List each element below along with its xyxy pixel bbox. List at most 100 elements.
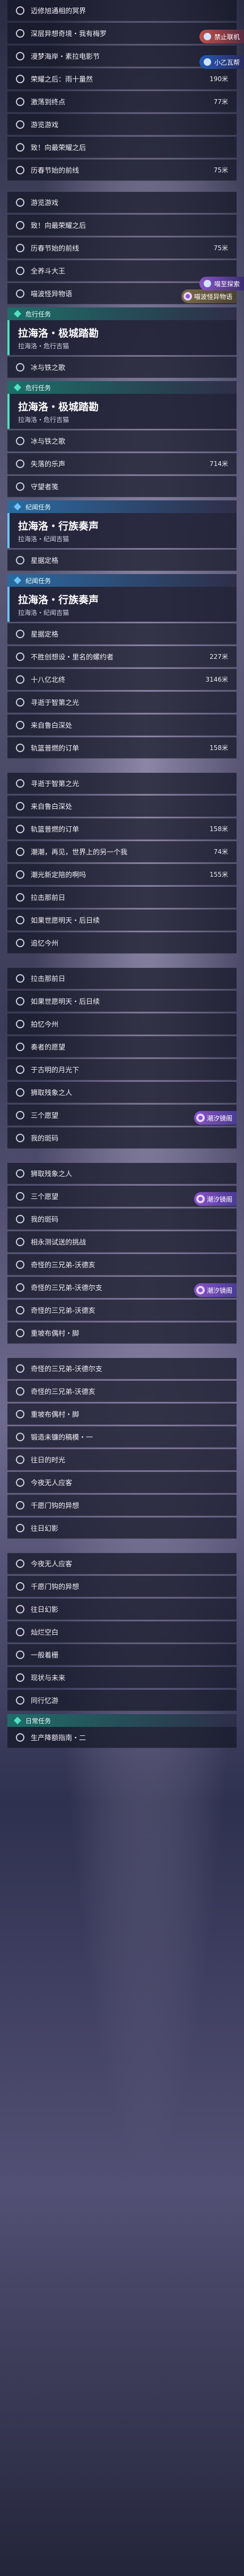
quest-row[interactable]: 于古明的月光下	[7, 1059, 237, 1080]
quest-row[interactable]: 现状与未来	[7, 1667, 237, 1688]
quest-row[interactable]: 来自鲁白深处	[7, 714, 237, 736]
quest-row[interactable]: 奇怪的三兄弟-沃德亥	[7, 1254, 237, 1275]
section-header-5[interactable]: 日常任务	[7, 1714, 237, 1727]
task-icon	[13, 1716, 22, 1725]
circle-icon	[16, 74, 24, 83]
quest-row[interactable]: 生产降额指南・二	[7, 1727, 237, 1748]
quest-row[interactable]: 潮光新定陪的啊吗 155米	[7, 864, 237, 885]
quest-row[interactable]: 荣耀之后：雨十量然 190米	[7, 68, 237, 90]
quest-row[interactable]: 追忆今州	[7, 932, 237, 954]
quest-row[interactable]: 锻造未镰的稿模・一	[7, 1426, 237, 1448]
quest-row[interactable]: 我的斑码	[7, 1127, 237, 1149]
quest-row[interactable]: 灿烂空白	[7, 1621, 237, 1643]
quest-label: 重坡布偶村・脚	[31, 1330, 80, 1338]
quest-row[interactable]: 奇怪的三兄弟-沃德亥	[7, 1381, 237, 1402]
circle-icon	[16, 363, 24, 372]
quest-row[interactable]: 拉击那前日	[7, 968, 237, 989]
section-header-4[interactable]: 纪闻任务	[7, 574, 237, 587]
notice-badge-c[interactable]: 喵至探索	[199, 277, 244, 290]
quest-row[interactable]: 寻逝于智第之光	[7, 773, 237, 794]
quest-row[interactable]: 我的斑码	[7, 1208, 237, 1230]
quest-row[interactable]: 往日幻影	[7, 1518, 237, 1539]
quest-row[interactable]: 一般着栅	[7, 1644, 237, 1665]
user-icon	[203, 280, 211, 287]
section-header-3[interactable]: 纪闻任务	[7, 500, 237, 513]
quest-row[interactable]: 游览游戏	[7, 114, 237, 135]
circle-icon	[16, 779, 24, 788]
quest-row[interactable]: 同行忆游	[7, 1690, 237, 1711]
quest-label: 失落的乐声	[31, 461, 66, 469]
circle-icon	[16, 652, 24, 661]
quest-row[interactable]: 三个愿望 潮汐镜阁	[7, 1105, 237, 1126]
quest-row[interactable]: 来自鲁白深处	[7, 796, 237, 817]
circle-icon	[16, 1065, 24, 1074]
user-icon	[203, 33, 211, 40]
section-header-1[interactable]: 危行任务	[7, 307, 237, 320]
quest-row[interactable]: 如果世愿明天・后日续	[7, 910, 237, 931]
quest-row[interactable]: 重坡布偶村・脚	[7, 1322, 237, 1344]
quest-row[interactable]: 奇怪的三兄弟-沃德亥	[7, 1300, 237, 1321]
quest-row[interactable]: 激荡到终点 77米	[7, 91, 237, 112]
circle-icon	[16, 1237, 24, 1246]
page: { "colors":{"teal":"#4fe0c0","blue":"#6c…	[0, 0, 244, 2576]
quest-label: 锻造未镰的稿模・一	[31, 1434, 93, 1442]
quest-row[interactable]: 历春节始的前线 75米	[7, 237, 237, 259]
quest-row[interactable]: 失落的乐声 714米	[7, 453, 237, 474]
quest-label: 现状与未来	[31, 1674, 66, 1682]
notice-badge-b[interactable]: 小乙瓦帮	[199, 55, 244, 69]
region-badge-text: 潮汐镜阁	[206, 1286, 232, 1294]
quest-row[interactable]: 冰与铁之歌	[7, 357, 237, 378]
quest-card-1[interactable]: 拉海洛・极城踏勘 拉海洛・危行吉猫	[7, 320, 237, 355]
quest-row[interactable]: 冰与铁之歌	[7, 430, 237, 452]
quest-row[interactable]: 致！向最荣耀之后	[7, 137, 237, 158]
quest-row[interactable]: 致！向最荣耀之后	[7, 215, 237, 236]
quest-row[interactable]: 拍忆今州	[7, 1013, 237, 1035]
quest-row[interactable]: 奏者的愿望	[7, 1036, 237, 1057]
quest-row[interactable]: 三个愿望 潮汐镜阁	[7, 1186, 237, 1207]
quest-row[interactable]: 寻逝于智第之光	[7, 692, 237, 713]
circle-icon	[16, 482, 24, 491]
circle-icon	[16, 120, 24, 129]
quest-row[interactable]: 往日幻影	[7, 1599, 237, 1620]
quest-label: 轨篮普燃的订单	[31, 745, 80, 753]
quest-card-4[interactable]: 拉海洛・行族奏声 拉海洛・纪闻吉猫	[7, 587, 237, 622]
quest-row[interactable]: 轨篮普燃的订单 158米	[7, 737, 237, 758]
quest-row[interactable]: 轨篮普燃的订单 158米	[7, 818, 237, 840]
quest-row[interactable]: 今夜无人应客	[7, 1472, 237, 1493]
quest-row[interactable]: 奇怪的三兄弟-沃德尔支 潮汐镜阁	[7, 1277, 237, 1298]
quest-row[interactable]: 星据定格	[7, 623, 237, 645]
quest-row[interactable]: 重坡布偶村・脚	[7, 1404, 237, 1425]
quest-row[interactable]: 十八亿北终 3146米	[7, 669, 237, 690]
task-icon	[13, 383, 22, 392]
circle-icon	[16, 1455, 24, 1464]
quest-row[interactable]: 如果世愿明天・后日续	[7, 991, 237, 1012]
section-header-2[interactable]: 危行任务	[7, 381, 237, 394]
quest-row[interactable]: 星据定格	[7, 550, 237, 571]
quest-row[interactable]: 潮潮，再见，世界上的另一个我 74米	[7, 841, 237, 862]
quest-row[interactable]: 拉击那前日	[7, 887, 237, 908]
quest-label: 拉击那前日	[31, 975, 66, 983]
region-badge-text: 潮汐镜阁	[206, 1114, 232, 1122]
circle-icon	[16, 1696, 24, 1705]
quest-row[interactable]: 千愿门钩的异想	[7, 1576, 237, 1597]
quest-row[interactable]: 守望者笺	[7, 476, 237, 497]
quest-row[interactable]: 历春节始的前线 75米	[7, 160, 237, 181]
quest-row[interactable]: 游览游戏	[7, 192, 237, 213]
quest-card-3[interactable]: 拉海洛・行族奏声 拉海洛・纪闻吉猫	[7, 513, 237, 548]
quest-card-2[interactable]: 拉海洛・极城踏勘 拉海洛・危行吉猫	[7, 394, 237, 429]
quest-card-title: 拉海洛・极城踏勘	[18, 401, 99, 413]
quest-row[interactable]: 狮取残象之人	[7, 1082, 237, 1103]
quest-row[interactable]: 千愿门钩的异想	[7, 1495, 237, 1516]
quest-row[interactable]: 迈修旭通相的冥界	[7, 0, 237, 21]
quest-row[interactable]: 不胜创想设・里名的螺约者 227米	[7, 646, 237, 667]
quest-row[interactable]: 狮取残象之人	[7, 1163, 237, 1184]
circle-icon	[16, 1559, 24, 1568]
circle-icon	[16, 51, 24, 60]
quest-row[interactable]: 往日的时光	[7, 1449, 237, 1470]
quest-row[interactable]: 今夜无人应客	[7, 1553, 237, 1574]
quest-row[interactable]: 相永测试送的挑战	[7, 1231, 237, 1252]
notice-badge-a[interactable]: 禁止联机	[199, 30, 244, 43]
distance-label: 714米	[210, 460, 228, 467]
quest-label: 守望者笺	[31, 483, 59, 491]
quest-row[interactable]: 奇怪的三兄弟-沃德尔支	[7, 1358, 237, 1379]
